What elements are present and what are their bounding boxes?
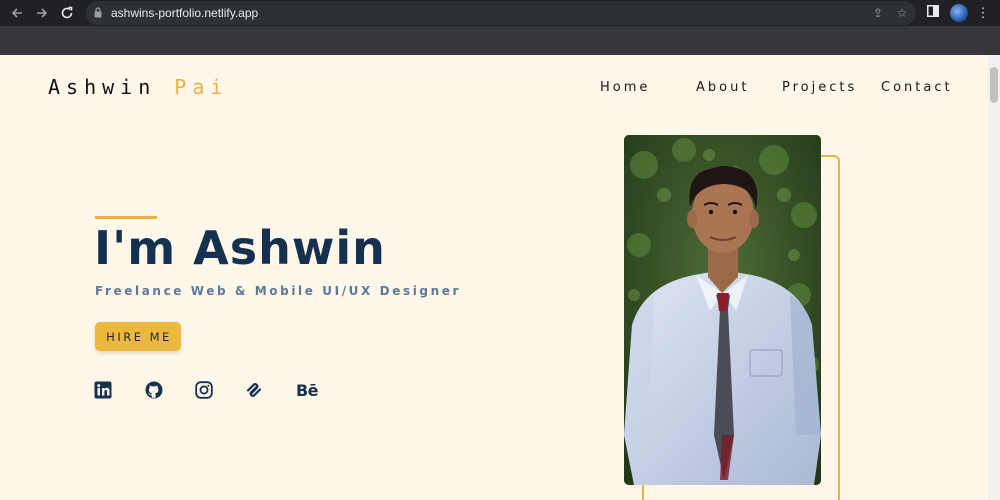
arrow-right-icon [37, 8, 48, 18]
page-scrollbar[interactable] [988, 55, 1000, 500]
hire-me-button[interactable]: HIRE ME [95, 322, 181, 351]
menu-kebab-icon[interactable]: ⋮ [974, 4, 992, 22]
logo-first-name: Ashwin [48, 75, 157, 99]
github-icon [145, 381, 163, 399]
forward-button[interactable] [32, 3, 52, 23]
portrait-illustration [624, 135, 821, 485]
logo-last-name: Pai [174, 75, 229, 99]
scrollbar-thumb[interactable] [990, 67, 998, 103]
nav-contact[interactable]: Contact [881, 80, 953, 95]
lock-icon [94, 7, 102, 18]
side-panel-icon[interactable] [924, 4, 942, 22]
instagram-icon [195, 381, 213, 399]
behance-link[interactable]: Bē [294, 379, 320, 401]
nav-projects[interactable]: Projects [782, 80, 857, 95]
hero-subtitle: Freelance Web & Mobile UI/UX Designer [95, 284, 461, 298]
profile-photo [624, 135, 821, 485]
address-bar[interactable]: ashwins-portfolio.netlify.app ⇪ ☆ [86, 1, 916, 25]
share-icon[interactable]: ⇪ [871, 6, 885, 20]
browser-toolbar: ashwins-portfolio.netlify.app ⇪ ☆ ⋮ [0, 0, 1000, 26]
linkedin-link[interactable] [92, 379, 114, 401]
site-logo[interactable]: Ashwin Pai [48, 75, 228, 99]
behance-icon: Bē [295, 380, 319, 400]
url-text: ashwins-portfolio.netlify.app [111, 6, 259, 20]
nav-about[interactable]: About [696, 80, 749, 95]
linkedin-icon [94, 381, 112, 399]
reload-icon [61, 6, 73, 19]
arrow-left-icon [11, 8, 22, 18]
title-accent-line [95, 216, 157, 219]
nav-home[interactable]: Home [600, 80, 650, 95]
squarespace-link[interactable] [243, 379, 265, 401]
bookmark-star-icon[interactable]: ☆ [895, 6, 909, 20]
instagram-link[interactable] [193, 379, 215, 401]
github-link[interactable] [143, 379, 165, 401]
squarespace-icon [246, 383, 262, 397]
back-button[interactable] [7, 3, 27, 23]
browser-chrome: ashwins-portfolio.netlify.app ⇪ ☆ ⋮ [0, 0, 1000, 55]
profile-avatar[interactable] [950, 4, 968, 22]
hero-title: I'm Ashwin [94, 221, 386, 275]
reload-button[interactable] [57, 3, 77, 23]
portfolio-page: Ashwin Pai Home About Projects Contact I… [0, 55, 988, 500]
